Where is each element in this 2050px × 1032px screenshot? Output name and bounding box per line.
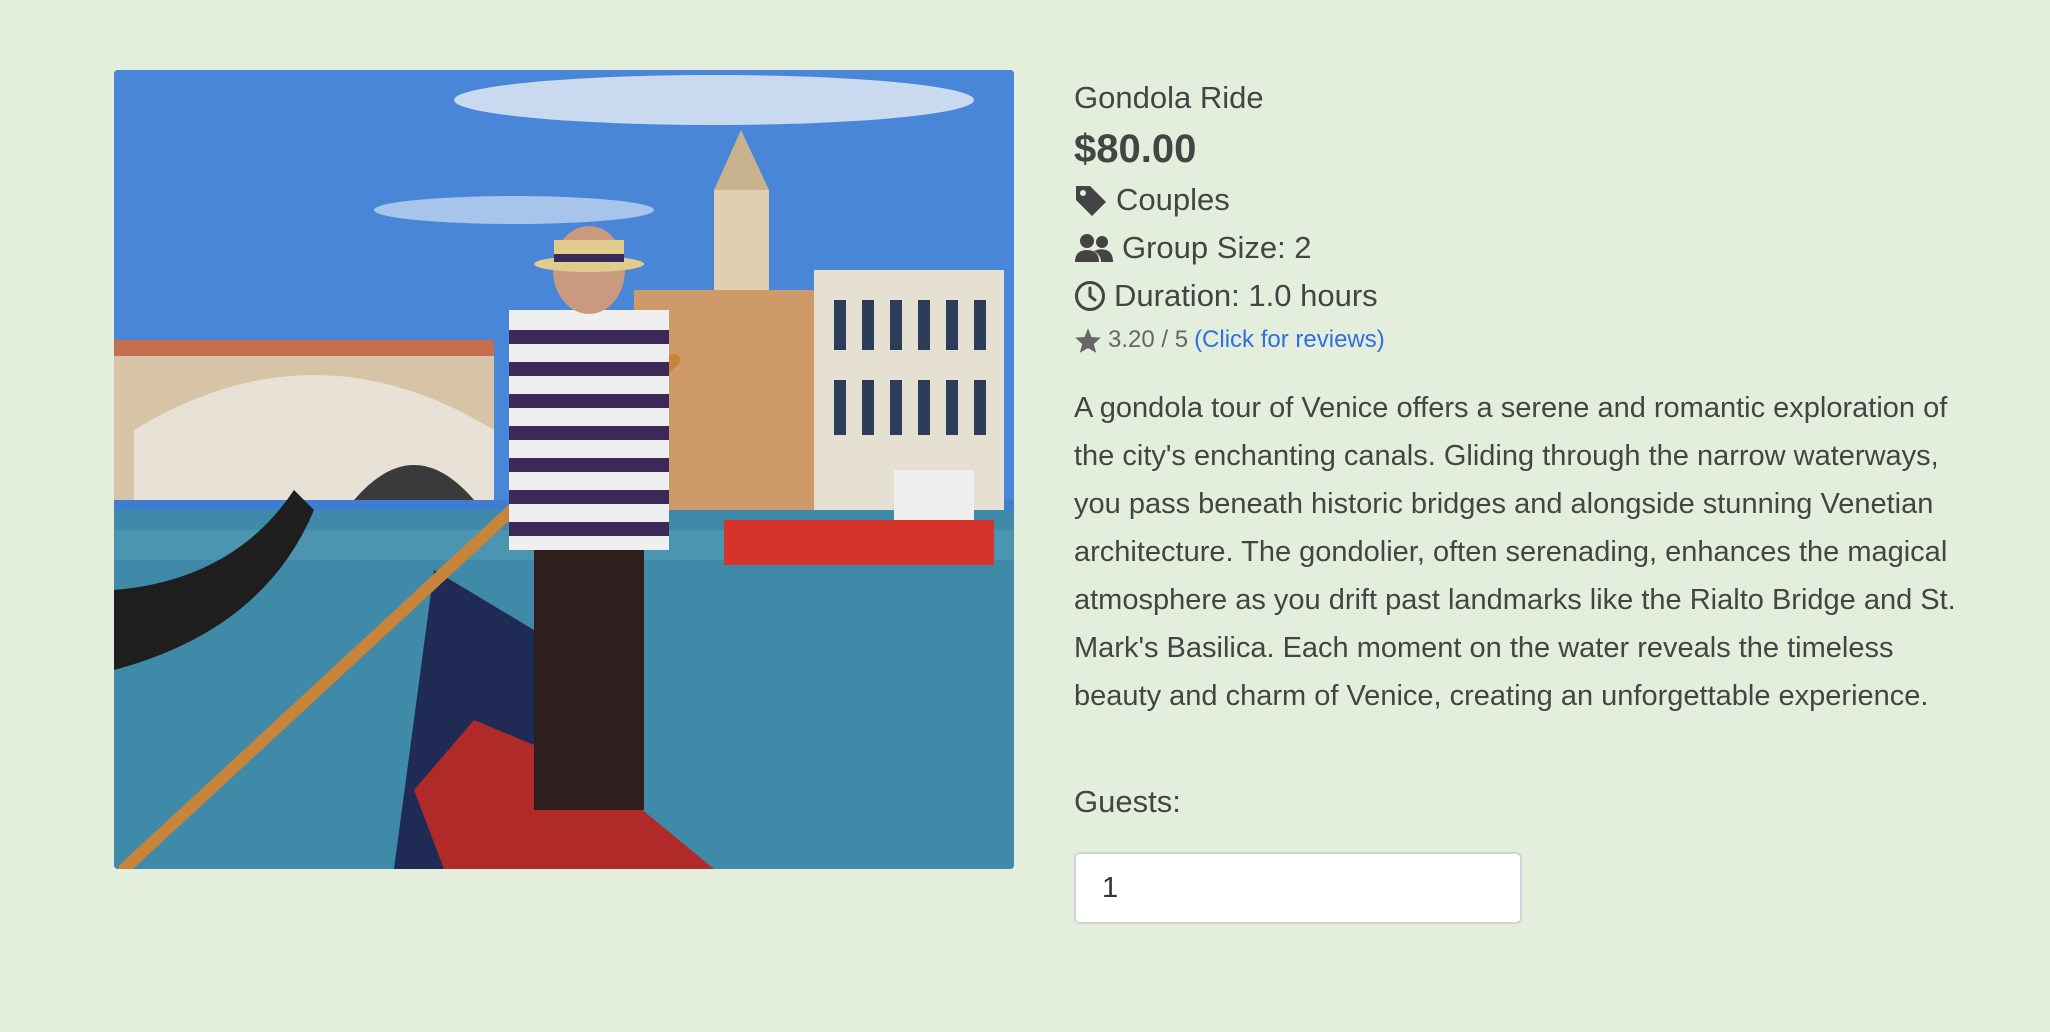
rating-value: 3.20 / 5 (1108, 326, 1189, 353)
reviews-link[interactable]: (Click for reviews) (1194, 326, 1385, 354)
group-size-row: Group Size: 2 (1074, 226, 1974, 270)
tour-details: Gondola Ride $80.00 Couples Group Size: … (1074, 70, 1974, 924)
tour-detail-page: Gondola Ride $80.00 Couples Group Size: … (0, 0, 2050, 1032)
tour-price: $80.00 (1074, 127, 1197, 171)
clock-icon (1074, 280, 1106, 312)
category-row: Couples (1074, 178, 1974, 222)
group-size-label: Group Size: 2 (1122, 230, 1312, 265)
guests-input[interactable] (1074, 852, 1522, 924)
tour-photo (114, 70, 1014, 869)
tag-icon (1074, 184, 1108, 216)
category-label: Couples (1116, 182, 1230, 217)
tour-title: Gondola Ride (1074, 80, 1264, 115)
guests-label: Guests: (1074, 784, 1181, 819)
users-icon (1074, 233, 1114, 263)
star-icon (1074, 327, 1102, 354)
duration-row: Duration: 1.0 hours (1074, 274, 1974, 318)
duration-label: Duration: 1.0 hours (1114, 278, 1378, 313)
tour-description: A gondola tour of Venice offers a serene… (1074, 392, 1956, 712)
rating-row: 3.20 / 5 (Click for reviews) (1074, 326, 1974, 354)
